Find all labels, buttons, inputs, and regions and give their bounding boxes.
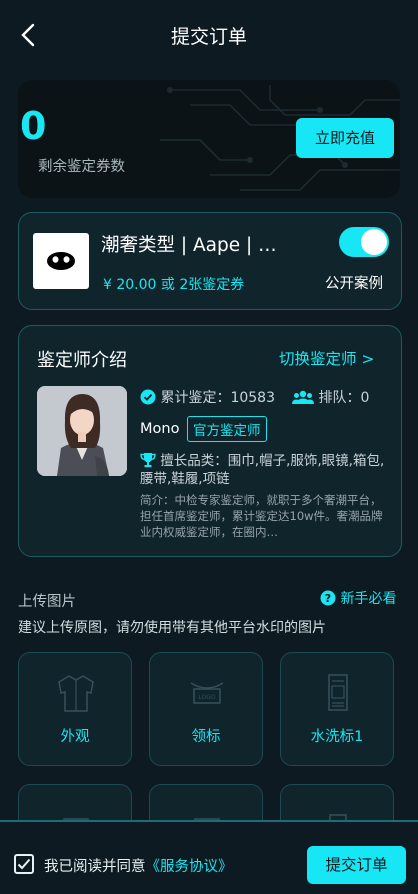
product-price: ¥ 20.00 或 2张鉴定券	[103, 277, 245, 293]
balance-label: 剩余鉴定券数	[38, 159, 125, 175]
bottom-bar: 我已阅读并同意《服务协议》 提交订单	[0, 820, 418, 894]
agree-text: 我已阅读并同意《服务协议》	[44, 855, 233, 876]
appraisal-count: 累计鉴定：10583	[140, 387, 275, 407]
product-card: 潮奢类型 | Aape | … ¥ 20.00 或 2张鉴定券 公开案例	[18, 212, 402, 310]
appraisal-count-text: 累计鉴定：10583	[160, 390, 275, 406]
switch-appraiser-link[interactable]: 切换鉴定师 >	[279, 347, 374, 369]
upload-tile-appearance[interactable]: 外观	[18, 652, 132, 766]
beginner-guide-link[interactable]: ? 新手必看	[320, 588, 396, 608]
appraiser-avatar	[37, 386, 127, 476]
balance-count: 0	[20, 104, 47, 148]
page-title: 提交订单	[170, 26, 247, 48]
upload-tile-wash-label-1[interactable]: 水洗标1	[280, 652, 394, 766]
users-icon	[292, 390, 314, 404]
public-case-label: 公开案例	[325, 276, 383, 292]
agree-prefix: 我已阅读并同意	[44, 859, 146, 875]
upload-tile-label: 领标	[191, 729, 221, 745]
svg-text:LOGO: LOGO	[198, 694, 216, 701]
appraiser-name: Mono	[140, 421, 180, 437]
agree-checkbox[interactable]	[14, 854, 34, 874]
product-title: 潮奢类型 | Aape | …	[101, 235, 277, 256]
collar-label-icon: LOGO	[190, 682, 224, 704]
upload-tile-collar-label[interactable]: LOGO 领标	[149, 652, 263, 766]
queue-count-text: 排队：0	[318, 390, 370, 406]
svg-text:?: ?	[325, 592, 331, 605]
queue-count: 排队：0	[292, 387, 369, 407]
trophy-icon	[140, 453, 156, 468]
recharge-button[interactable]: 立即充值	[296, 118, 394, 158]
aape-logo-icon	[47, 252, 75, 270]
appraiser-card: 鉴定师介绍 切换鉴定师 > 累计鉴定：10583 排队：0 Mono 官方鉴定师…	[18, 325, 402, 557]
service-agreement-link[interactable]: 《服务协议》	[146, 859, 233, 875]
check-icon	[17, 858, 31, 870]
submit-order-button[interactable]: 提交订单	[307, 846, 406, 884]
jacket-icon	[58, 675, 94, 712]
appraiser-skills-text: 擅长品类：围巾,帽子,服饰,眼镜,箱包,腰带,鞋履,项链	[140, 453, 385, 487]
appraiser-section-title: 鉴定师介绍	[37, 350, 127, 371]
check-circle-icon	[140, 389, 156, 405]
appraiser-skills: 擅长品类：围巾,帽子,服饰,眼镜,箱包,腰带,鞋履,项链	[140, 452, 390, 488]
official-badge: 官方鉴定师	[187, 416, 267, 442]
upload-tile-label: 水洗标1	[310, 729, 364, 745]
brand-logo	[33, 233, 89, 289]
wash-label-icon	[328, 674, 348, 711]
nav-bar: 提交订单	[0, 0, 418, 70]
question-circle-icon: ?	[320, 590, 336, 606]
upload-section-title: 上传图片	[18, 594, 76, 610]
upload-tile-label: 外观	[60, 729, 90, 745]
beginner-guide-label: 新手必看	[340, 591, 397, 607]
public-case-toggle[interactable]	[339, 227, 389, 257]
upload-tip: 建议上传原图，请勿使用带有其他平台水印的图片	[18, 620, 326, 636]
toggle-knob	[361, 229, 387, 255]
appraiser-intro: 简介：中检专家鉴定师，就职于多个奢潮平台，担任首席鉴定师，累计鉴定达10w件。奢…	[140, 493, 383, 539]
